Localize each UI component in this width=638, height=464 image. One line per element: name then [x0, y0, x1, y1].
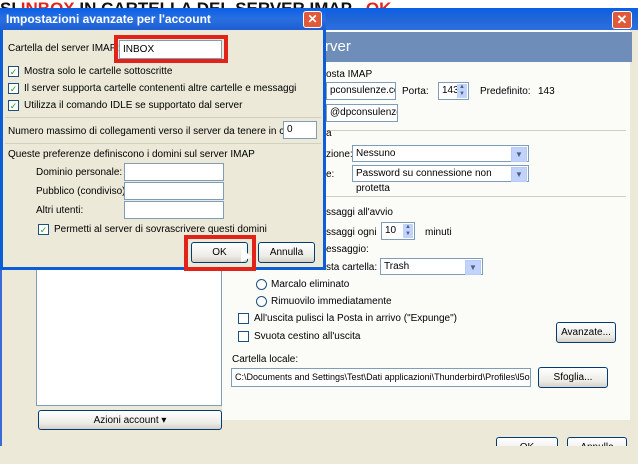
imap-server-label: osta IMAP [326, 69, 373, 80]
max-connections-label: Numero massimo di collegamenti verso il … [8, 126, 306, 137]
use-idle-checkbox[interactable]: ✓ [8, 100, 19, 111]
empty-trash-checkbox[interactable] [238, 331, 249, 342]
connection-security-label: zione: [326, 149, 353, 160]
account-actions-button[interactable]: Azioni account ▾ [38, 410, 222, 430]
close-icon[interactable]: ✕ [303, 11, 322, 28]
public-namespace-label: Pubblico (condiviso): [36, 186, 129, 197]
expunge-checkbox[interactable] [238, 313, 249, 324]
chevron-down-icon: ▼ [465, 260, 481, 275]
use-idle-label: Utilizza il comando IDLE se supportato d… [24, 100, 243, 111]
allow-override-checkbox[interactable]: ✓ [38, 224, 49, 235]
separator [5, 117, 321, 118]
port-field[interactable]: 143 ▲ ▼ [438, 82, 469, 100]
namespaces-description: Queste preferenze definiscono i domini s… [8, 149, 255, 160]
separator [5, 143, 321, 144]
mark-deleted-radio[interactable] [256, 279, 267, 290]
personal-namespace-label: Dominio personale: [36, 167, 123, 178]
personal-namespace-input[interactable] [124, 163, 224, 181]
security-group-frame [326, 130, 626, 131]
connection-security-select[interactable]: Nessuno ▼ [352, 145, 529, 162]
server-settings-group-frame [326, 196, 626, 197]
chevron-down-icon: ▼ [511, 167, 527, 182]
empty-trash-label: Svuota cestino all'uscita [254, 331, 361, 342]
chevron-down-icon: ▾ [161, 415, 167, 426]
minutes-label: minuti [425, 227, 452, 238]
imap-folder-label: Cartella del server IMAP: [8, 43, 120, 54]
on-delete-label: essaggio: [326, 244, 369, 255]
subscribed-only-label: Mostra solo le cartelle sottoscritte [24, 66, 173, 77]
check-on-startup-label: ssaggi all'avvio [326, 207, 393, 218]
imap-folder-input[interactable]: INBOX [119, 40, 222, 59]
server-name-field[interactable]: pconsulenze.com [326, 82, 396, 100]
local-folder-label: Cartella locale: [232, 354, 299, 365]
mark-deleted-label: Marcalo eliminato [271, 279, 350, 290]
default-port-value: 143 [538, 86, 555, 97]
browse-button[interactable]: Sfoglia... [538, 367, 608, 388]
remove-immediately-label: Rimuovilo immediatamente [271, 296, 392, 307]
allow-override-label: Permetti al server di sovrascrivere ques… [54, 224, 267, 235]
trash-folder-select[interactable]: Trash ▼ [380, 258, 483, 275]
public-namespace-input[interactable] [124, 182, 224, 200]
authentication-select[interactable]: Password su connessione non protetta ▼ [352, 165, 529, 194]
other-users-namespace-label: Altri utenti: [36, 205, 84, 216]
close-icon[interactable]: ✕ [612, 11, 632, 29]
other-users-namespace-input[interactable] [124, 201, 224, 219]
authentication-label: e: [326, 169, 335, 180]
check-interval-field[interactable]: 10 ▲ ▼ [381, 222, 415, 240]
status-bar [0, 446, 638, 464]
server-supports-folders-checkbox[interactable]: ✓ [8, 83, 19, 94]
subscribed-only-checkbox[interactable]: ✓ [8, 66, 19, 77]
move-to-folder-label: sta cartella: [326, 262, 378, 273]
dialog-title: Impostazioni avanzate per l'account [0, 8, 326, 30]
server-supports-folders-label: Il server supporta cartelle contenenti a… [24, 83, 297, 94]
max-connections-input[interactable]: 0 [283, 121, 317, 139]
check-every-label: ssaggi ogni [326, 227, 377, 238]
local-folder-field[interactable]: C:\Documents and Settings\Test\Dati appl… [231, 368, 531, 387]
default-port-label: Predefinito: [480, 86, 531, 97]
chevron-down-icon: ▼ [511, 147, 527, 162]
expunge-label: All'uscita pulisci la Posta in arrivo ("… [254, 313, 457, 324]
security-group-label: a [326, 128, 332, 139]
dialog-cancel-button[interactable]: Annulla [258, 242, 315, 263]
port-label: Porta: [402, 86, 429, 97]
remove-immediately-radio[interactable] [256, 296, 267, 307]
advanced-button[interactable]: Avanzate... [556, 322, 616, 343]
username-field[interactable]: @dpconsulenze.c [326, 104, 398, 122]
